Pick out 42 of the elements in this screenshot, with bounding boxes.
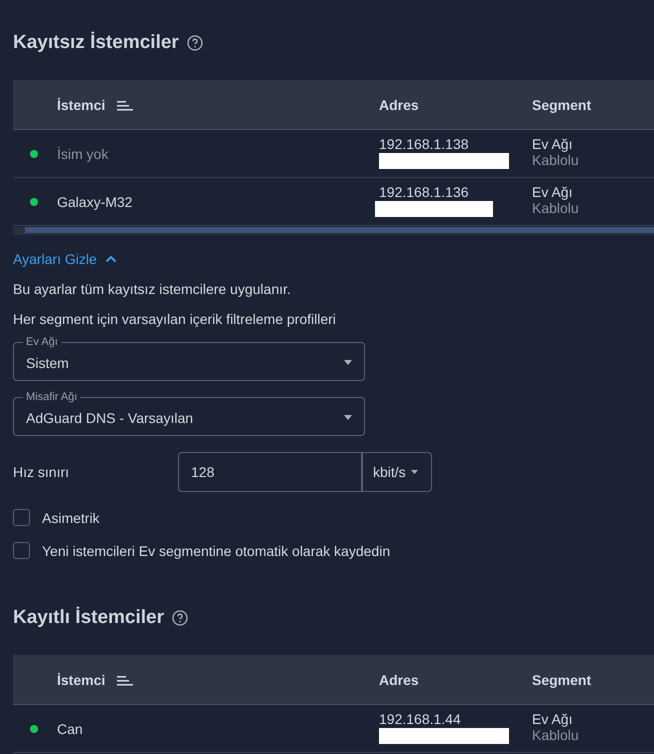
ip-address: 192.168.1.138 bbox=[379, 136, 470, 152]
checkbox[interactable] bbox=[13, 509, 30, 526]
speed-limit-label: Hız sınırı bbox=[13, 464, 70, 480]
sort-icon[interactable] bbox=[117, 98, 134, 110]
field-label: Ev Ağı bbox=[25, 335, 59, 349]
connection-type: Kablolu bbox=[532, 152, 580, 168]
client-name[interactable]: İsim yok bbox=[57, 146, 108, 162]
connection-type: Kablolu bbox=[532, 200, 580, 216]
column-header[interactable]: İstemci bbox=[57, 96, 106, 112]
info-text: Bu ayarlar tüm kayıtsız istemcilere uygulanır. bbox=[13, 281, 292, 297]
column-header[interactable]: Adres bbox=[379, 672, 419, 688]
connection-type: Kablolu bbox=[532, 727, 580, 743]
segment-name: Ev Ağı bbox=[532, 184, 574, 200]
unit-dropdown[interactable]: kbit/s bbox=[362, 452, 432, 492]
ip-address: 192.168.1.44 bbox=[379, 711, 462, 727]
checkbox-label[interactable]: Yeni istemcileri Ev segmentine otomatik olarak kaydedin bbox=[42, 542, 390, 558]
profile-select[interactable]: Ev Ağı Sistem bbox=[13, 335, 365, 381]
ip-address: 192.168.1.136 bbox=[379, 184, 470, 200]
sort-icon[interactable] bbox=[117, 674, 134, 686]
profile-select[interactable]: Misafir Ağı AdGuard DNS - Varsayılan bbox=[13, 390, 365, 436]
profiles-heading: Her segment için varsayılan içerik filtreleme profilleri bbox=[13, 311, 337, 327]
section-title: Kayıtlı İstemciler bbox=[13, 607, 164, 629]
dropdown-caret-icon bbox=[344, 360, 352, 365]
dropdown-caret-icon bbox=[410, 470, 418, 474]
column-header[interactable]: İstemci bbox=[57, 672, 106, 688]
column-header[interactable]: Segment bbox=[532, 96, 592, 112]
help-icon[interactable] bbox=[186, 35, 203, 51]
client-name[interactable]: Galaxy-M32 bbox=[57, 194, 132, 210]
section-title: Kayıtsız İstemciler bbox=[13, 32, 179, 54]
column-header[interactable]: Segment bbox=[532, 672, 592, 688]
checkbox[interactable] bbox=[13, 542, 30, 559]
segment-name: Ev Ağı bbox=[532, 136, 574, 152]
checkbox-label[interactable]: Asimetrik bbox=[42, 510, 100, 526]
dropdown-caret-icon bbox=[344, 415, 352, 420]
client-name[interactable]: Can bbox=[57, 720, 83, 736]
speed-limit-input[interactable]: 128 bbox=[178, 452, 362, 492]
hide-settings-link[interactable]: Ayarları Gizle bbox=[13, 251, 117, 267]
segment-name: Ev Ağı bbox=[532, 711, 574, 727]
column-header[interactable]: Adres bbox=[379, 96, 419, 112]
field-label: Misafir Ağı bbox=[25, 390, 78, 404]
help-icon[interactable] bbox=[172, 610, 188, 626]
horizontal-scrollbar[interactable] bbox=[13, 227, 654, 235]
